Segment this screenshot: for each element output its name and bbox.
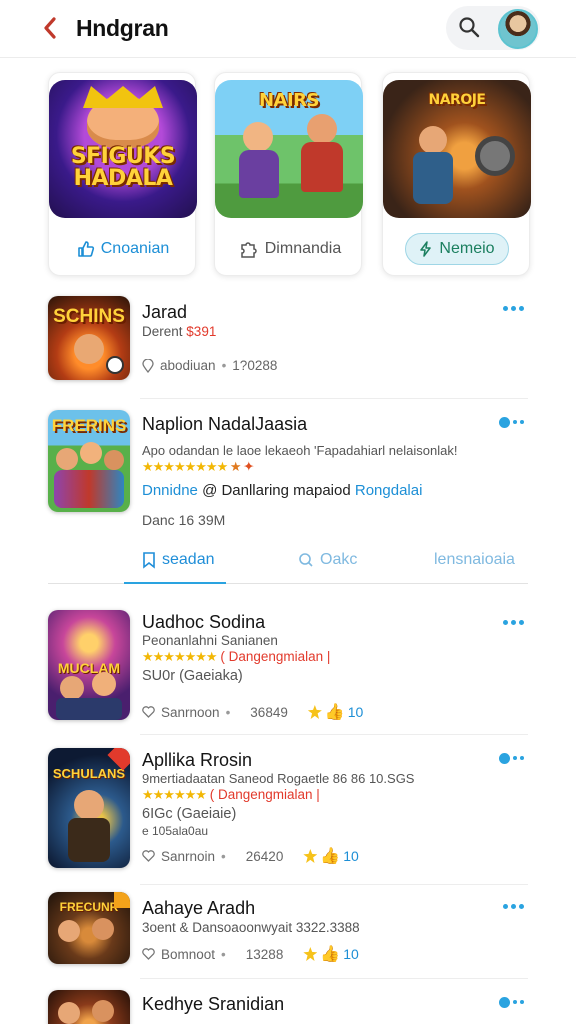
more-options-button[interactable] (503, 298, 524, 318)
art-title: MUCLAM (57, 660, 121, 676)
item-tag: 6IGc (Gaeiaie) (142, 806, 237, 822)
item-description: Apo odandan le laoe lekaeoh 'Fapadahiarl… (142, 443, 458, 458)
item-meta: Bomnoot • 13288 👍 10 (142, 944, 359, 964)
divider (140, 884, 528, 885)
item-subtitle: 9mertiadaatan Saneod Rogaetle 86 86 10.S… (142, 771, 415, 786)
list-item[interactable]: FRERINS Naplion NadalJaasia Apo odandan … (0, 408, 576, 532)
art-title: SCHINS (53, 306, 125, 327)
featured-game-art: NAIRS (215, 80, 363, 218)
list-item[interactable]: SCHINS Jarad Derent $391 abodiuan • 1?02… (0, 296, 576, 386)
more-options-button[interactable] (503, 896, 524, 916)
tab-oakc[interactable]: Oakc (298, 538, 357, 582)
item-note: e 105ala0au (142, 824, 209, 838)
star-icon (303, 947, 318, 961)
puzzle-icon (241, 242, 257, 258)
game-thumbnail: FRECUNR (48, 892, 130, 964)
game-thumbnail: MUCLAM (48, 610, 130, 720)
item-title: Naplion NadalJaasia (142, 414, 308, 434)
item-rating: ★★★★★★★★ ★ ✦ (142, 459, 255, 474)
featured-card-1[interactable]: SFIGUKS HADALA Cnoanian (48, 72, 197, 276)
more-options-button[interactable] (503, 612, 524, 632)
item-subtitle: Peonanlahni Sanianen (142, 633, 278, 648)
featured-card-2[interactable]: NAIRS Dimnandia (214, 72, 363, 276)
art-title: SFIGUKS HADALA (70, 144, 176, 191)
active-tab-indicator (124, 582, 226, 584)
star-icon (303, 849, 318, 863)
art-title: FRERINS (51, 416, 127, 435)
game-thumbnail: FRERINS (48, 410, 130, 512)
more-options-button[interactable] (499, 992, 524, 1012)
pin-icon (142, 358, 154, 373)
search-icon (459, 17, 480, 38)
featured-action-2[interactable]: Dimnandia (237, 233, 343, 265)
list-item[interactable]: SCHULANS Apllika Rrosin 9mertiadaatan Sa… (0, 744, 576, 874)
game-thumbnail: SCHINS (48, 296, 130, 380)
tab-bar: seadan Oakc lensnaioaia (48, 538, 528, 584)
chevron-left-icon (44, 17, 56, 39)
avatar[interactable] (498, 9, 538, 49)
star-icon (307, 705, 322, 719)
item-meta: Sanrnoin • 26420 👍 10 (142, 846, 359, 866)
thumbs-up-icon (77, 241, 94, 257)
more-options-button[interactable] (499, 748, 524, 768)
game-thumbnail (48, 990, 130, 1024)
divider (140, 978, 528, 979)
item-tags: Dnnidne @ Danllaring mapaiod Rongdalai (142, 482, 423, 499)
art-title: NAIRS (258, 90, 320, 111)
search-icon (299, 553, 313, 567)
list-item[interactable]: MUCLAM Uadhoc Sodina Peonanlahni Saniane… (0, 606, 576, 726)
list-item[interactable]: Kedhye Sranidian (0, 986, 576, 1024)
item-title: Kedhye Sranidian (142, 994, 285, 1014)
list-item[interactable]: FRECUNR Aahaye Aradh 3oent & Dansoaoonwy… (0, 892, 576, 972)
art-title: NAROJE (428, 92, 486, 108)
page-title: Hndgran (76, 15, 169, 41)
heart-icon (142, 948, 155, 960)
item-meta: Danc 16 39M (142, 512, 226, 528)
item-subtitle: 3oent & Dansoaoonwyait 3322.3388 (142, 920, 360, 935)
heart-icon (142, 850, 155, 862)
item-title: Uadhoc Sodina (142, 612, 266, 632)
item-meta: Sanrnoon • 36849 👍 10 (142, 702, 363, 722)
item-title: Aahaye Aradh (142, 898, 256, 918)
heart-icon (142, 706, 155, 718)
featured-action-1[interactable]: Cnoanian (73, 233, 173, 265)
item-title: Jarad (142, 302, 188, 322)
item-meta: abodiuan • 1?0288 (142, 358, 277, 373)
rating-badge: 👍 10 (303, 944, 359, 964)
divider (140, 734, 528, 735)
item-subtitle: Derent $391 (142, 324, 217, 339)
bolt-icon (420, 241, 432, 257)
featured-game-art: NAROJE (383, 80, 531, 218)
game-thumbnail: SCHULANS (48, 748, 130, 868)
tab-seadan[interactable]: seadan (142, 538, 215, 582)
item-tag: SU0r (Gaeiaka) (142, 668, 243, 684)
rating-badge: 👍 10 (303, 846, 359, 866)
search-button[interactable] (454, 12, 484, 42)
rating-badge: 👍 10 (307, 702, 363, 722)
featured-card-3[interactable]: NAROJE Nemeio (382, 72, 531, 276)
tab-lensnaioaia[interactable]: lensnaioaia (434, 538, 515, 582)
back-button[interactable] (36, 14, 64, 42)
item-rating: ★★★★★★ ( Dangengmialan | (142, 787, 320, 802)
bookmark-icon (143, 552, 155, 569)
app-header: Hndgran (0, 0, 576, 58)
featured-action-3[interactable]: Nemeio (405, 233, 509, 265)
divider (140, 398, 528, 399)
item-title: Apllika Rrosin (142, 750, 253, 770)
more-options-button[interactable] (499, 412, 524, 432)
art-title: SCHULANS (52, 766, 126, 781)
featured-game-art: SFIGUKS HADALA (49, 80, 197, 218)
item-rating: ★★★★★★★ ( Dangengmialan | (142, 649, 331, 664)
